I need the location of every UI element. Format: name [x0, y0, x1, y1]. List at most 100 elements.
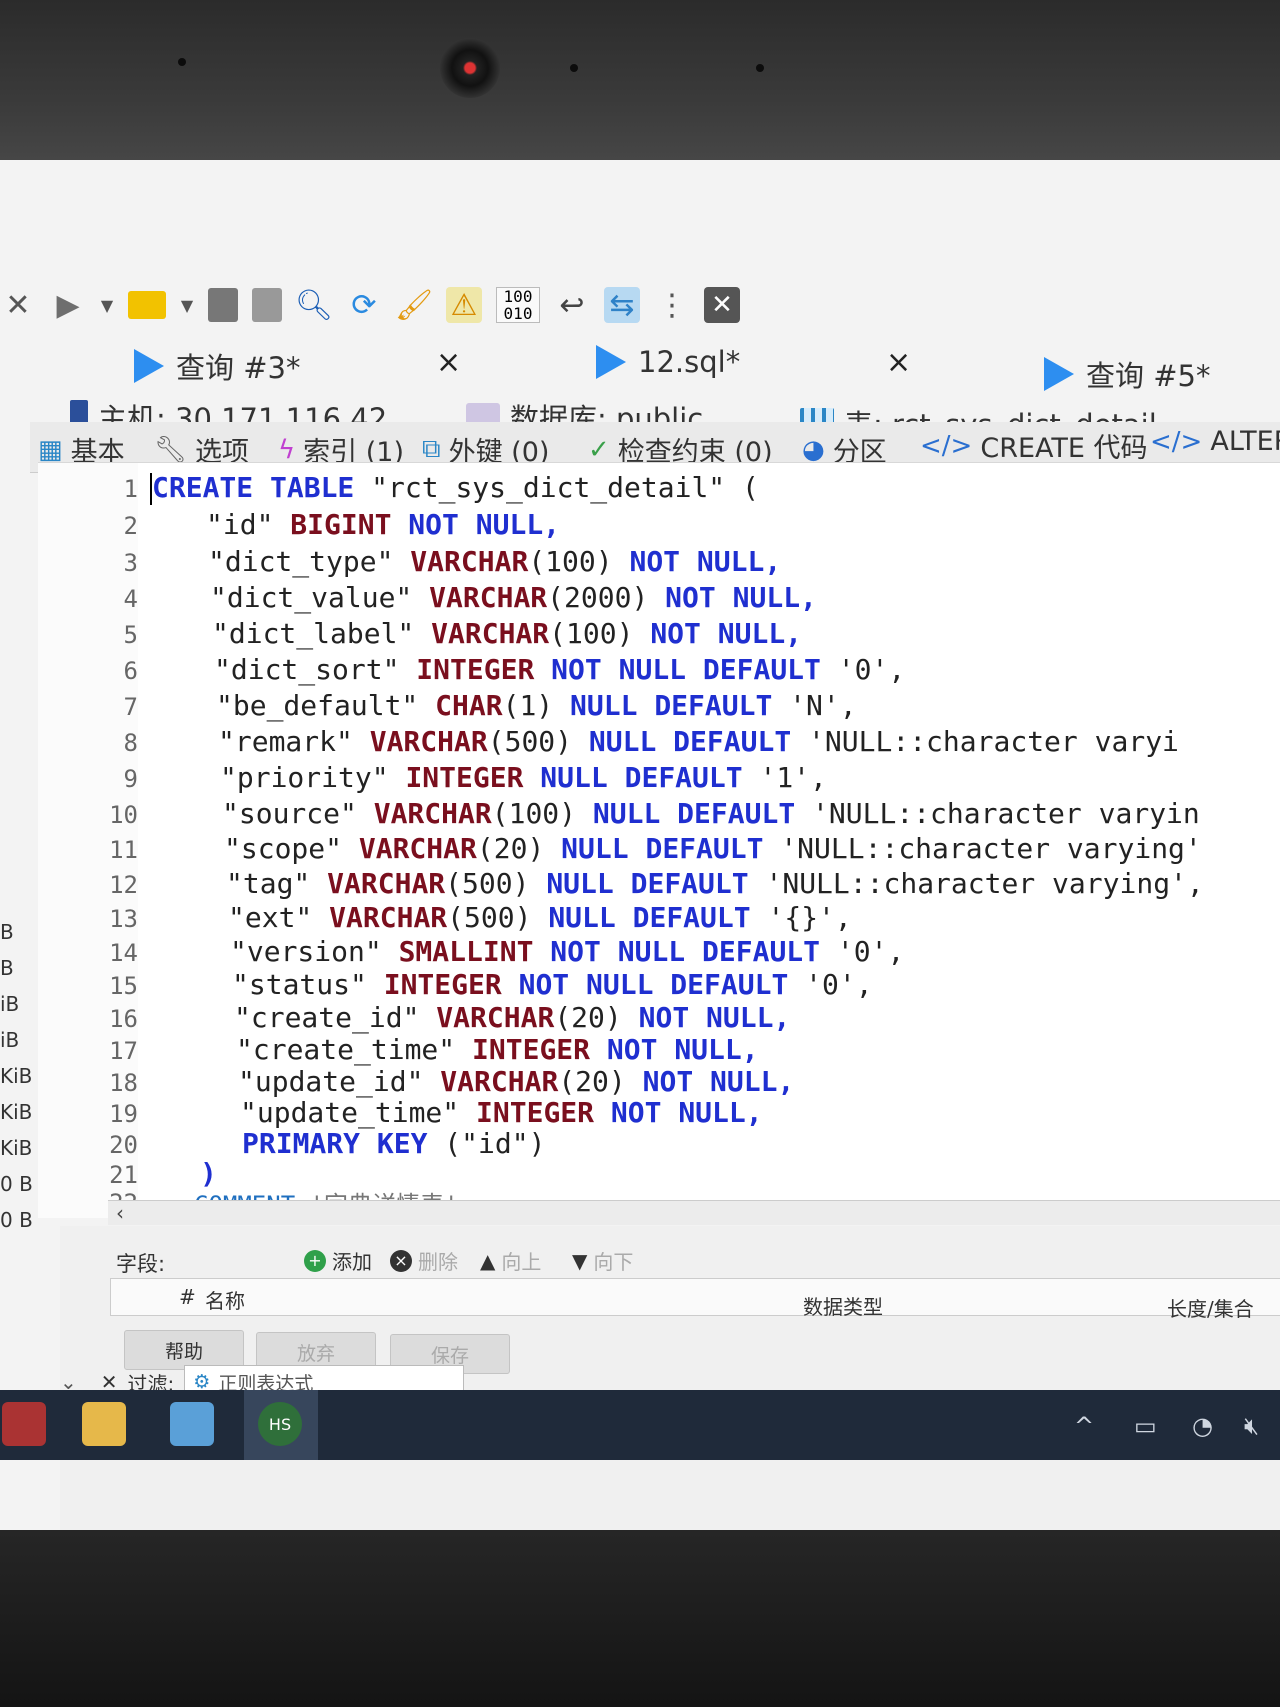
code-line: "id" BIGINT NOT NULL,: [206, 508, 561, 541]
size-value: 0 B: [0, 1208, 33, 1232]
code-line: "tag" VARCHAR(500) NULL DEFAULT 'NULL::c…: [226, 867, 1204, 900]
tab-12-sql[interactable]: 12.sql*: [596, 345, 740, 379]
arrow-up-icon: ▲: [480, 1248, 496, 1273]
move-down-button[interactable]: ▼ 向下: [572, 1246, 633, 1275]
bezel-dot: [756, 64, 764, 72]
binary-icon[interactable]: 100 010: [496, 287, 540, 323]
tab-label: 12.sql*: [638, 345, 741, 379]
code-line: "dict_sort" INTEGER NOT NULL DEFAULT '0'…: [214, 653, 906, 686]
line-number: 10: [109, 801, 138, 829]
line-number: 9: [123, 765, 138, 793]
code-line: "update_time" INTEGER NOT NULL,: [240, 1096, 763, 1129]
save-icon[interactable]: [208, 288, 238, 322]
size-value: 0 B: [0, 1172, 33, 1196]
column-header: 长度/集合: [1167, 1297, 1254, 1321]
line-number: 11: [109, 836, 138, 864]
move-up-button[interactable]: ▲ 向上: [480, 1246, 541, 1275]
size-value: KiB: [0, 1064, 33, 1088]
app-icon[interactable]: [2, 1402, 46, 1446]
size-value: iB: [0, 992, 20, 1016]
dropdown-arrow-icon[interactable]: ▼: [100, 287, 114, 323]
table-icon: ▦: [38, 434, 63, 465]
tab-query-5[interactable]: 查询 #5*: [1044, 353, 1210, 395]
line-number: 20: [109, 1131, 138, 1159]
windows-taskbar: HS ^ ▭ ◔ 🔇︎: [0, 1390, 1280, 1460]
chevron-up-icon[interactable]: ^: [1074, 1412, 1094, 1440]
line-number: 15: [109, 972, 138, 1000]
arrow-down-icon: ▼: [572, 1248, 588, 1273]
remove-icon: ×: [390, 1249, 412, 1272]
tab-query-3[interactable]: 查询 #3*: [134, 345, 300, 387]
plus-icon: +: [304, 1249, 326, 1272]
play-icon: [134, 349, 164, 383]
close-tab-icon[interactable]: ✕: [704, 287, 740, 323]
sync-icon[interactable]: ⇆: [604, 287, 640, 323]
play-icon: [1044, 357, 1074, 391]
line-number: 12: [109, 871, 138, 899]
size-value: iB: [0, 1028, 20, 1052]
lightning-icon: ϟ: [278, 434, 296, 465]
line-number: 5: [123, 621, 138, 649]
create-code-editor[interactable]: 1 2 3 4 5 6 7 8 9 10 11 12 13 14 15 16 1…: [38, 462, 1280, 1219]
column-header: #: [179, 1285, 196, 1309]
volume-muted-icon[interactable]: 🔇︎: [1244, 1412, 1259, 1440]
code-line: "dict_type" VARCHAR(100) NOT NULL,: [208, 545, 782, 578]
line-number: 17: [109, 1037, 138, 1065]
code-line: "create_time" INTEGER NOT NULL,: [236, 1033, 759, 1066]
code-icon: </>: [1150, 426, 1203, 457]
tab-close-button[interactable]: ×: [886, 345, 911, 380]
code-line: "priority" INTEGER NULL DEFAULT '1',: [220, 761, 827, 794]
file-explorer-icon[interactable]: [82, 1402, 126, 1446]
delete-field-button[interactable]: × 删除: [390, 1246, 458, 1275]
size-value: B: [0, 920, 14, 944]
code-line: "ext" VARCHAR(500) NULL DEFAULT '{}',: [228, 901, 852, 934]
battery-icon[interactable]: ▭: [1134, 1412, 1157, 1440]
tab-label: 查询 #3*: [176, 351, 301, 385]
code-line: "status" INTEGER NOT NULL DEFAULT '0',: [232, 968, 873, 1001]
pie-chart-icon: ◕: [802, 434, 825, 465]
wifi-icon[interactable]: ◔: [1192, 1412, 1213, 1440]
save-as-icon[interactable]: [252, 288, 282, 322]
line-number: 14: [109, 939, 138, 967]
code-line: "version" SMALLINT NOT NULL DEFAULT '0',: [230, 935, 905, 968]
line-number: 1: [123, 475, 138, 503]
code-line: CREATE TABLE "rct_sys_dict_detail" (: [150, 471, 759, 505]
more-icon[interactable]: ⋮: [654, 287, 690, 323]
format-brush-icon[interactable]: 🖌︎: [395, 287, 433, 323]
search-icon[interactable]: 🔍︎: [295, 287, 333, 323]
code-line: "dict_value" VARCHAR(2000) NOT NULL,: [210, 581, 817, 614]
laptop-bezel-top: [0, 0, 1280, 165]
bezel-dot: [570, 64, 578, 72]
app-icon[interactable]: [170, 1402, 214, 1446]
foreign-key-icon: ⧉: [422, 434, 441, 464]
word-wrap-icon[interactable]: ↩: [554, 287, 590, 323]
fields-label: 字段:: [116, 1252, 166, 1276]
bezel-dot: [178, 58, 186, 66]
warning-icon[interactable]: ⚠: [446, 287, 482, 323]
tab-close-button[interactable]: ×: [436, 345, 461, 380]
run-icon[interactable]: ▶: [50, 287, 86, 323]
line-number: 13: [109, 905, 138, 933]
size-value: KiB: [0, 1100, 33, 1124]
heidisql-icon[interactable]: HS: [258, 1402, 302, 1446]
open-folder-icon[interactable]: [128, 291, 166, 319]
tab-label: 查询 #5*: [1086, 359, 1211, 393]
refresh-icon[interactable]: ⟳: [346, 287, 382, 323]
tab-create-code[interactable]: </> CREATE 代码: [920, 426, 1148, 465]
query-tabs: 查询 #3* × 12.sql* × 查询 #5*: [0, 345, 1280, 393]
help-button[interactable]: 帮助: [124, 1330, 244, 1370]
line-number: 21: [109, 1161, 138, 1189]
tab-alter[interactable]: </> ALTER: [1150, 426, 1280, 457]
code-line: PRIMARY KEY ("id"): [242, 1127, 546, 1160]
code-text[interactable]: CREATE TABLE "rct_sys_dict_detail" ( "id…: [138, 463, 1280, 1219]
column-header: 数据类型: [803, 1295, 883, 1319]
add-field-button[interactable]: + 添加: [304, 1246, 372, 1275]
dropdown-arrow-icon[interactable]: ▼: [180, 287, 194, 323]
code-line: "remark" VARCHAR(500) NULL DEFAULT 'NULL…: [218, 725, 1179, 758]
close-icon[interactable]: ✕: [0, 287, 36, 323]
screen: ✕ ▶ ▼ ▼ 🔍︎ ⟳ 🖌︎ ⚠ 100 010 ↩ ⇆ ⋮ ✕ 查询 #3*…: [0, 160, 1280, 1530]
play-icon: [596, 345, 626, 379]
check-icon: ✓: [588, 434, 610, 465]
horizontal-scrollbar[interactable]: ‹: [108, 1200, 1280, 1225]
code-line: "source" VARCHAR(100) NULL DEFAULT 'NULL…: [222, 797, 1200, 830]
